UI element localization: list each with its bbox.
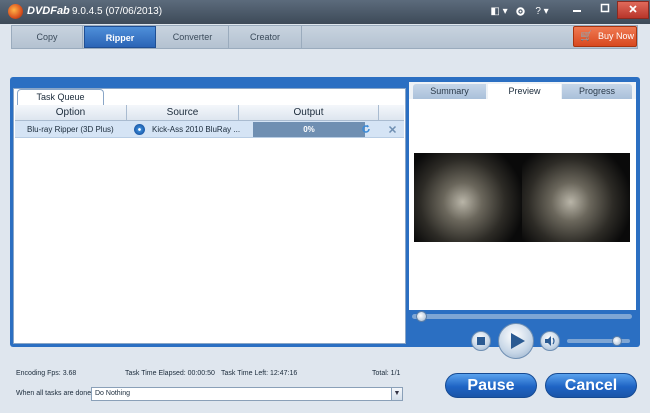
remove-icon[interactable] <box>385 121 399 138</box>
disc-icon <box>134 124 145 135</box>
row-option: Blu-ray Ripper (3D Plus) <box>27 125 114 134</box>
dvdfab-logo-icon <box>8 4 23 19</box>
column-output[interactable]: Output <box>239 105 379 121</box>
tab-preview[interactable]: Preview <box>488 84 561 99</box>
tab-converter[interactable]: Converter <box>157 26 229 48</box>
column-option[interactable]: Option <box>15 105 127 121</box>
maximize-icon <box>600 3 610 13</box>
buy-now-label: Buy Now <box>598 31 635 41</box>
row-output-progress: 0% <box>253 122 365 137</box>
chevron-down-icon[interactable]: ▼ <box>391 388 402 400</box>
close-icon <box>629 5 637 13</box>
column-actions <box>379 105 404 121</box>
cancel-button[interactable]: Cancel <box>545 373 637 398</box>
tab-copy[interactable]: Copy <box>12 26 83 48</box>
preview-left-eye <box>414 153 522 242</box>
encoding-fps: Encoding Fps: 3.68 <box>16 370 77 377</box>
stop-icon <box>477 337 485 345</box>
maximize-button[interactable] <box>591 1 619 19</box>
tab-summary[interactable]: Summary <box>413 84 486 99</box>
total-count: Total: 1/1 <box>372 370 401 377</box>
when-done-select[interactable]: Do Nothing <box>91 387 403 401</box>
table-row[interactable]: Blu-ray Ripper (3D Plus) Kick-Ass 2010 B… <box>15 121 404 138</box>
task-time-left: Task Time Left: 12:47:16 <box>221 370 298 377</box>
gear-icon[interactable] <box>513 4 527 19</box>
tab-progress[interactable]: Progress <box>562 84 632 99</box>
minimize-icon <box>573 10 581 12</box>
seek-bar[interactable] <box>412 314 632 319</box>
app-version: 9.0.4.5 (07/06/2013) <box>72 6 163 17</box>
video-preview <box>414 153 630 242</box>
task-queue-header: Option Source Output <box>15 105 404 121</box>
minimize-button[interactable] <box>563 1 591 19</box>
main-tab-strip: Copy Ripper Converter Creator <box>11 25 638 49</box>
play-button[interactable] <box>498 323 534 359</box>
task-time-elapsed: Task Time Elapsed: 00:00:50 <box>125 370 215 377</box>
buy-now-button[interactable]: 🛒 Buy Now <box>573 26 637 47</box>
tab-task-queue[interactable]: Task Queue <box>17 89 104 105</box>
seek-handle[interactable] <box>415 311 427 322</box>
tab-creator[interactable]: Creator <box>229 26 302 48</box>
tab-ripper[interactable]: Ripper <box>84 26 156 48</box>
speaker-icon <box>544 336 555 346</box>
when-done-label: When all tasks are done: <box>16 390 94 397</box>
refresh-icon[interactable] <box>359 121 373 138</box>
pause-button[interactable]: Pause <box>445 373 537 398</box>
row-source: Kick-Ass 2010 BluRay ... <box>152 125 241 134</box>
close-button[interactable] <box>617 1 649 19</box>
layout-icon[interactable]: ◧ ▾ <box>489 4 509 19</box>
column-source[interactable]: Source <box>127 105 239 121</box>
stop-button[interactable] <box>471 331 491 351</box>
mute-button[interactable] <box>540 331 560 351</box>
cart-icon: 🛒 <box>580 31 593 42</box>
app-brand: DVDFab <box>27 5 70 17</box>
play-icon <box>510 333 525 349</box>
preview-right-eye <box>522 153 630 242</box>
title-bar: DVDFab 9.0.4.5 (07/06/2013) ◧ ▾ ? ▾ <box>0 0 650 24</box>
help-icon[interactable]: ? ▾ <box>533 4 551 19</box>
